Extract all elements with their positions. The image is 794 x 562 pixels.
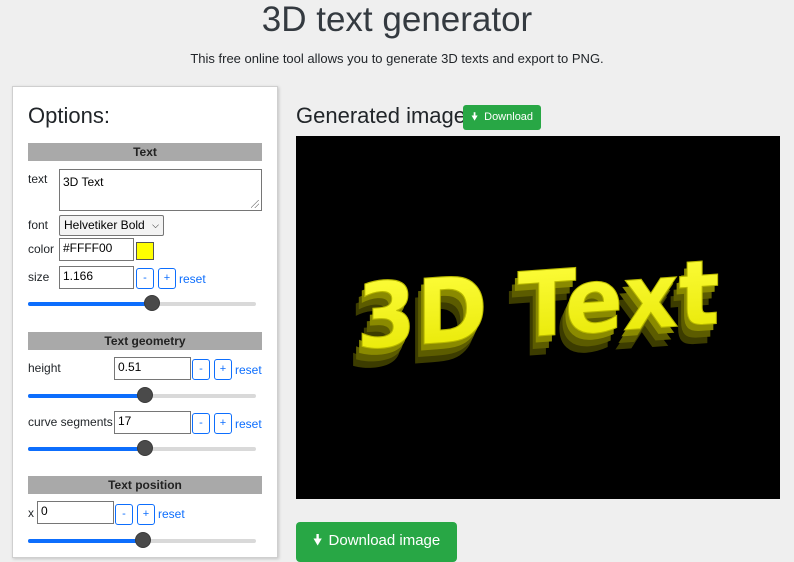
size-input[interactable]: 1.166 (59, 266, 134, 289)
curve-segments-increment-button[interactable]: + (214, 413, 232, 434)
height-input[interactable]: 0.51 (114, 357, 191, 380)
options-heading: Options: (28, 103, 110, 128)
x-decrement-button[interactable]: - (115, 504, 133, 525)
color-label: color (28, 242, 55, 256)
x-slider-thumb[interactable] (135, 532, 151, 548)
curve-segments-decrement-button[interactable]: - (192, 413, 210, 434)
color-swatch[interactable] (136, 242, 154, 260)
curve-segments-reset-link[interactable]: reset (235, 417, 262, 431)
x-reset-link[interactable]: reset (158, 507, 185, 521)
section-header-geometry: Text geometry (28, 332, 262, 350)
section-header-text: Text (28, 143, 262, 161)
height-increment-button[interactable]: + (214, 359, 232, 380)
resize-grip-icon[interactable] (251, 200, 259, 208)
height-reset-link[interactable]: reset (235, 363, 262, 377)
text-label: text (28, 172, 48, 186)
generated-image-title: Generated image (296, 103, 466, 128)
download-image-button[interactable]: 🠟 Download image (296, 522, 457, 562)
download-image-button-label: Download image (328, 532, 441, 549)
curve-segments-input-value: 17 (118, 414, 132, 428)
rendered-3d-text: 3D Text 3D Text 3D Text 3D Text (347, 239, 720, 390)
x-label: x (28, 506, 34, 520)
download-icon: 🠟 (470, 111, 479, 123)
size-slider-thumb[interactable] (144, 295, 161, 311)
x-slider[interactable] (28, 532, 256, 548)
download-icon: 🠟 (312, 532, 323, 549)
page-subtitle: This free online tool allows you to gene… (190, 51, 604, 66)
color-input[interactable]: #FFFF00 (59, 238, 134, 261)
font-label: font (28, 218, 49, 232)
size-reset-link[interactable]: reset (179, 272, 206, 286)
generated-image-canvas: 3D Text 3D Text 3D Text 3D Text (296, 136, 780, 499)
size-slider[interactable] (28, 295, 256, 311)
download-button[interactable]: 🠟 Download (463, 105, 541, 130)
text-input-value: 3D Text (63, 175, 104, 189)
height-decrement-button[interactable]: - (192, 359, 210, 380)
font-select[interactable]: Helvetiker Bold ⌵ (59, 215, 164, 236)
height-label: height (28, 361, 61, 375)
height-slider-fill (28, 394, 145, 398)
size-decrement-button[interactable]: - (136, 268, 154, 289)
height-input-value: 0.51 (118, 360, 142, 374)
font-select-value: Helvetiker Bold (64, 218, 145, 232)
page-title: 3D text generator (261, 0, 533, 39)
size-slider-fill (28, 302, 152, 306)
size-input-value: 1.166 (63, 269, 94, 283)
curve-segments-input[interactable]: 17 (114, 411, 191, 434)
size-label: size (28, 270, 50, 284)
curve-segments-label: curve segments (28, 415, 113, 429)
height-slider-thumb[interactable] (137, 387, 154, 403)
color-input-value: #FFFF00 (63, 241, 113, 255)
curve-segments-slider-thumb[interactable] (137, 440, 154, 456)
chevron-down-icon: ⌵ (152, 220, 159, 230)
x-input[interactable]: 0 (37, 501, 114, 524)
curve-segments-slider[interactable] (28, 440, 256, 456)
x-slider-fill (28, 539, 142, 543)
download-button-label: Download (484, 111, 534, 123)
section-header-position: Text position (28, 476, 262, 494)
size-increment-button[interactable]: + (158, 268, 176, 289)
text-input[interactable]: 3D Text (59, 169, 262, 211)
curve-segments-slider-fill (28, 447, 145, 451)
height-slider[interactable] (28, 387, 256, 403)
options-panel: Options: Text text 3D Text font Helvetik… (12, 86, 278, 558)
x-increment-button[interactable]: + (137, 504, 155, 525)
x-input-value: 0 (41, 504, 48, 518)
